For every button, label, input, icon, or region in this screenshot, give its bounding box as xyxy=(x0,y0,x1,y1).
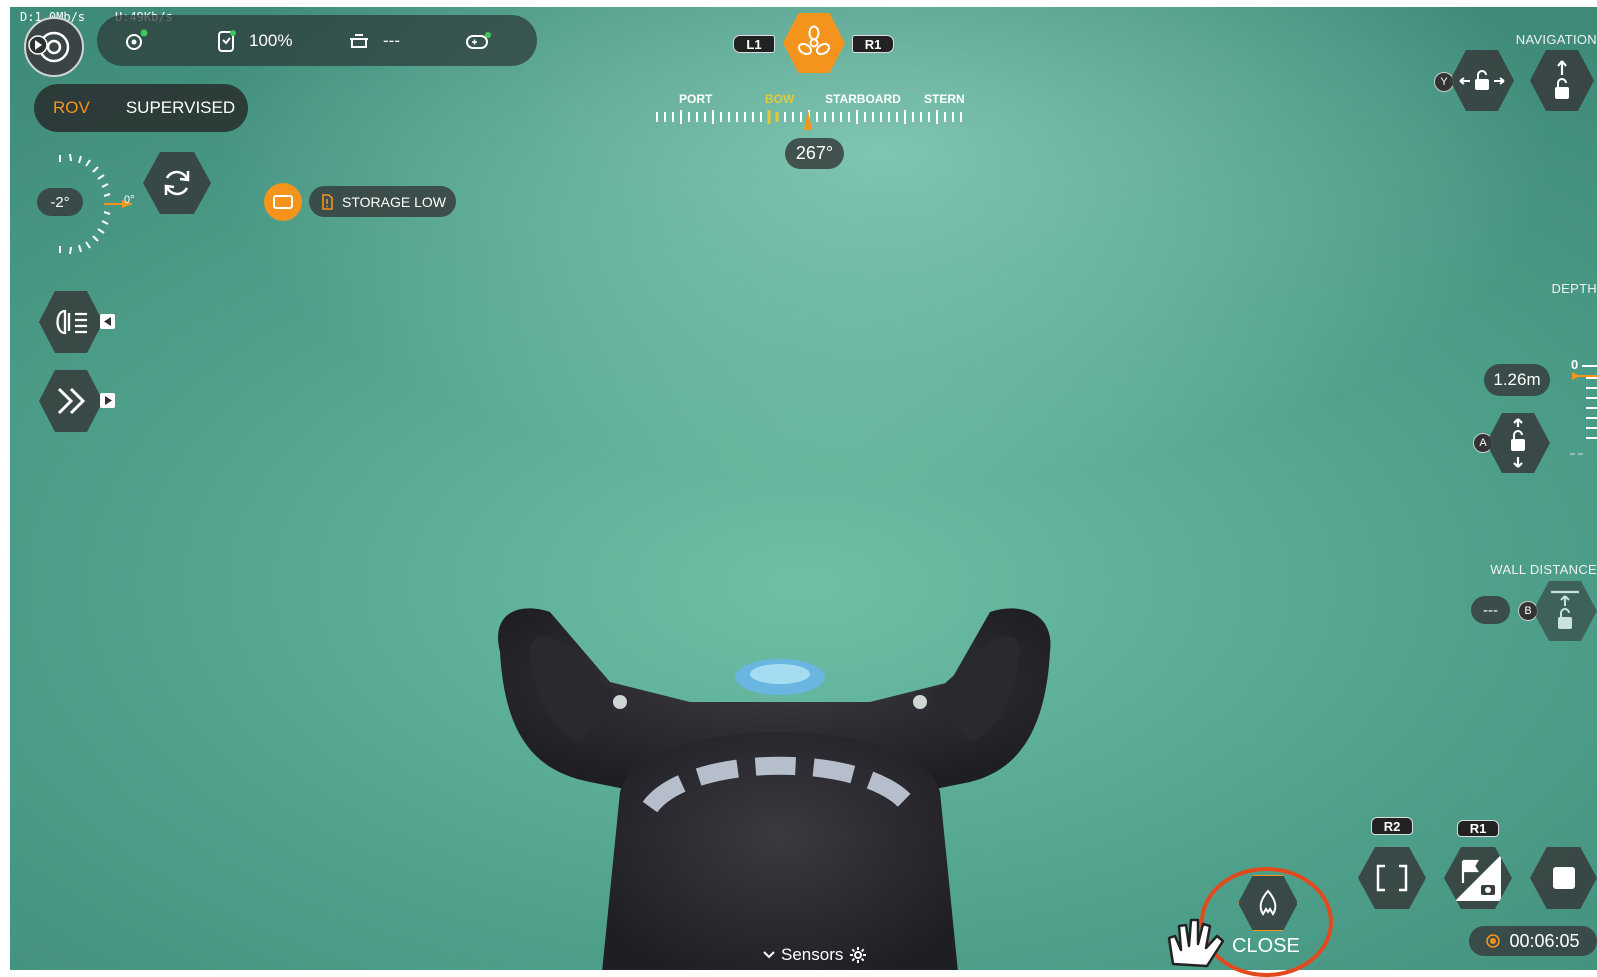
sd-card-warning-icon xyxy=(321,193,333,210)
drone-connection-icon xyxy=(123,28,149,54)
stop-square-icon xyxy=(1552,866,1576,890)
recording-dot-icon xyxy=(1486,934,1501,948)
vertical-lock-icon xyxy=(1506,417,1530,469)
tether-icon xyxy=(347,31,371,51)
chevron-down-icon xyxy=(763,951,775,959)
depth-label: DEPTH xyxy=(1551,281,1597,296)
flag-camera-icon xyxy=(1455,855,1501,901)
tether-value: --- xyxy=(383,30,400,50)
propeller-icon xyxy=(796,25,832,61)
wall-distance-label: WALL DISTANCE xyxy=(1490,562,1597,577)
r2-button-badge: R2 xyxy=(1371,817,1413,835)
tilt-zero-label: 0° xyxy=(124,194,135,206)
headlight-icon xyxy=(51,308,91,336)
up-lock-icon xyxy=(1550,59,1574,103)
storage-warning: STORAGE LOW xyxy=(309,186,456,217)
lights-decrease-button[interactable] xyxy=(100,314,115,329)
gripper-claw-icon xyxy=(1255,888,1281,918)
bracket-frame-icon xyxy=(1375,863,1409,893)
compass-label-starboard: STARBOARD xyxy=(825,92,901,106)
mode-supervised[interactable]: SUPERVISED xyxy=(126,98,235,118)
recording-timer: 00:06:05 xyxy=(1469,926,1597,956)
wall-distance-value: --- xyxy=(1471,596,1510,624)
triangle-right-icon xyxy=(104,396,112,405)
app-logo-button[interactable] xyxy=(24,17,84,77)
tilt-value: -2° xyxy=(37,188,83,216)
mode-toggle[interactable]: ROV SUPERVISED xyxy=(34,84,248,132)
gamepad-icon xyxy=(465,31,491,51)
refresh-icon xyxy=(159,165,195,201)
l1-button-badge: L1 xyxy=(733,35,775,53)
compass: PORT BOW STARBOARD STERN xyxy=(655,92,965,132)
connection-status xyxy=(123,15,149,66)
depth-value: 1.26m xyxy=(1484,364,1550,396)
gripper-tool-image xyxy=(498,608,1051,970)
navigation-label: NAVIGATION xyxy=(1515,32,1597,47)
double-chevron-right-icon xyxy=(55,386,87,416)
storage-card-icon xyxy=(272,194,294,210)
compass-label-bow: BOW xyxy=(765,92,795,106)
wall-lock-icon xyxy=(1548,589,1582,633)
battery-value: 100% xyxy=(249,30,293,50)
compass-ticks xyxy=(656,110,962,130)
battery-status: 100% xyxy=(215,15,292,66)
storage-warning-text: STORAGE LOW xyxy=(342,193,446,210)
battery-icon xyxy=(215,29,237,53)
storage-alert-button[interactable] xyxy=(264,183,302,221)
recording-timer-value: 00:06:05 xyxy=(1509,930,1580,951)
gripper-close-label: CLOSE xyxy=(1232,935,1300,957)
heading-value: 267° xyxy=(785,138,844,169)
gear-icon xyxy=(849,946,867,964)
compass-label-stern: STERN xyxy=(924,92,965,106)
tether-status: --- xyxy=(347,15,400,66)
triangle-left-icon xyxy=(103,317,112,326)
controller-status xyxy=(465,15,491,66)
sensors-label: Sensors xyxy=(781,945,844,964)
depth-scale xyxy=(1570,365,1597,455)
sensors-toggle[interactable]: Sensors xyxy=(763,945,867,965)
horizontal-lock-icon xyxy=(1458,69,1506,93)
speed-increase-button[interactable] xyxy=(100,393,115,408)
r1-button-badge-photo: R1 xyxy=(1457,820,1499,837)
r1-button-badge: R1 xyxy=(852,35,894,53)
hand-cursor-icon xyxy=(1167,908,1231,970)
compass-label-port: PORT xyxy=(679,92,713,106)
status-bar: 100% --- xyxy=(97,15,537,66)
mode-rov[interactable]: ROV xyxy=(53,98,90,118)
